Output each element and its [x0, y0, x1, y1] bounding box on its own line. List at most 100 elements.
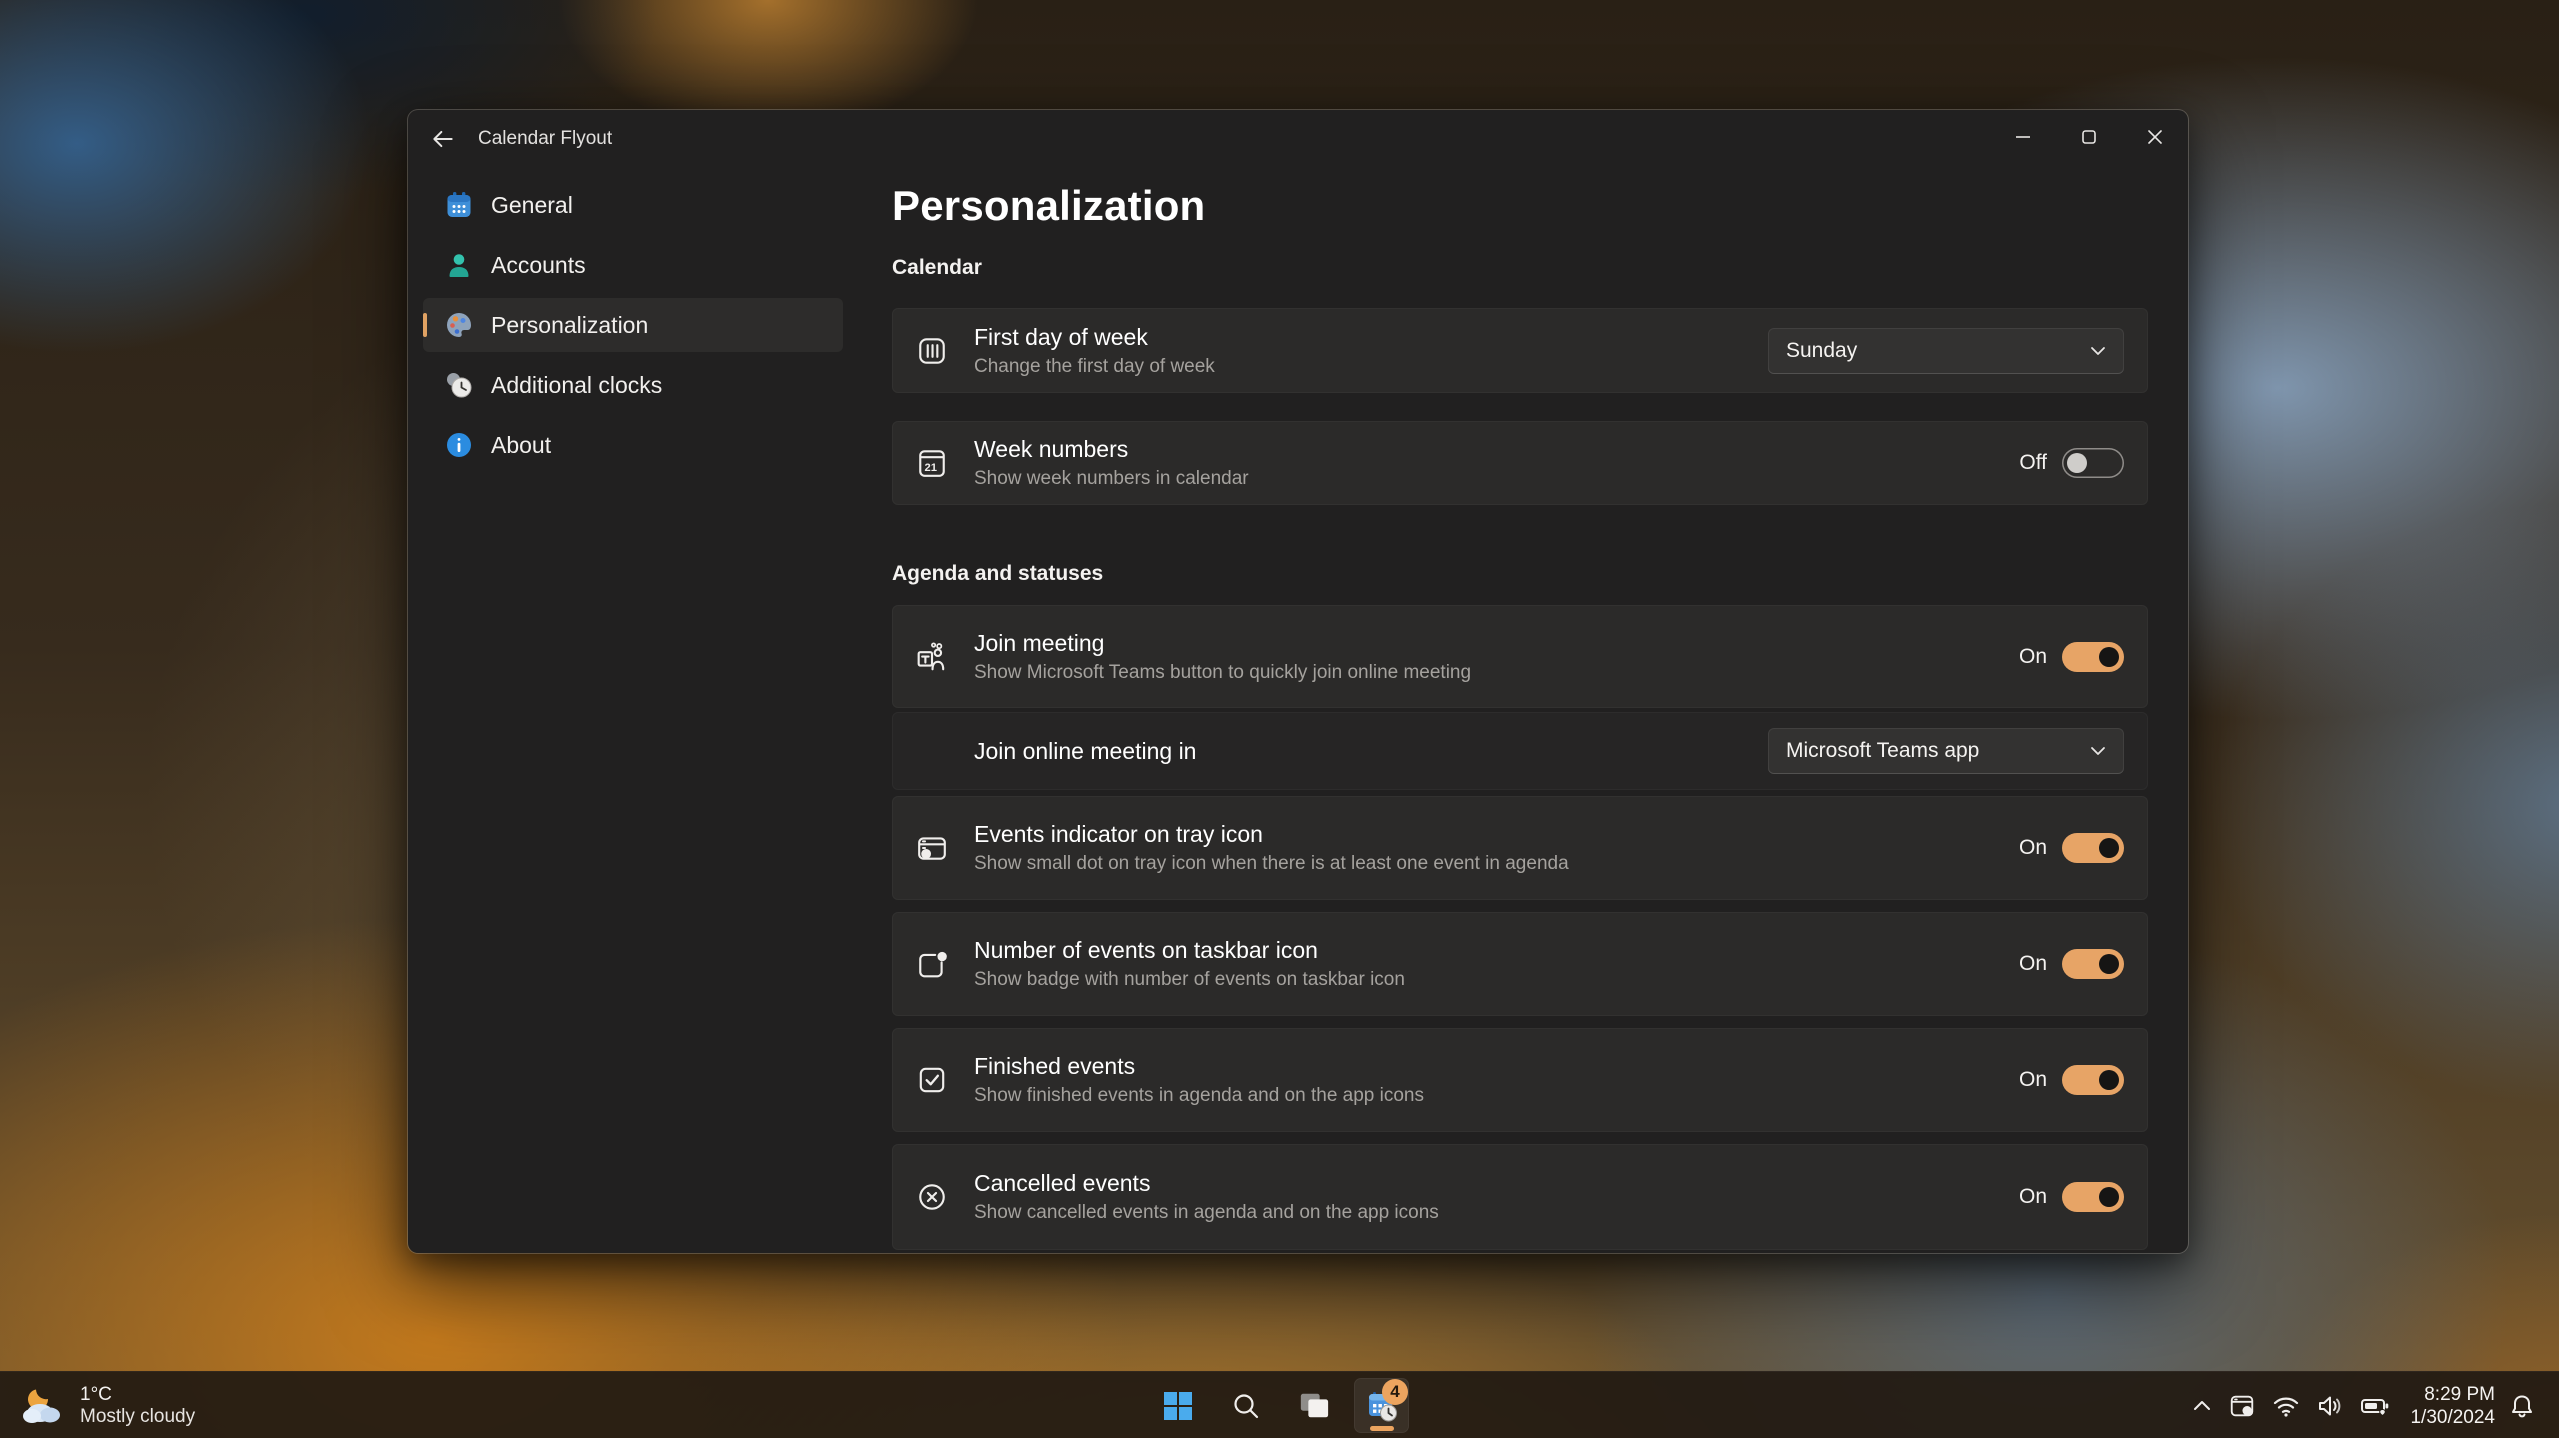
notification-center-button[interactable]: [2501, 1383, 2543, 1429]
info-icon: [444, 430, 474, 460]
week-numbers-toggle[interactable]: [2062, 448, 2124, 478]
setting-row-finished-events: Finished events Show finished events in …: [892, 1028, 2148, 1132]
windows-logo-icon: [1162, 1390, 1194, 1422]
clocks-icon: [444, 370, 474, 400]
taskbar: 1°C Mostly cloudy: [0, 1371, 2559, 1438]
calendar-flyout-settings-window: Calendar Flyout: [408, 110, 2188, 1253]
toggle-state-label: On: [2019, 952, 2047, 976]
calendar-21-icon: 21: [916, 447, 948, 479]
clock-widget[interactable]: 8:29 PM 1/30/2024: [2410, 1383, 2495, 1429]
setting-title: First day of week: [974, 324, 1215, 351]
toggle-state-label: On: [2019, 1068, 2047, 1092]
calendar-icon: [444, 190, 474, 220]
setting-description: Show small dot on tray icon when there i…: [974, 853, 1569, 875]
number-of-events-toggle[interactable]: [2062, 949, 2124, 979]
speaker-icon: [2316, 1394, 2344, 1418]
system-tray: 8:29 PM 1/30/2024: [2184, 1372, 2559, 1438]
sidebar-item-about[interactable]: About: [423, 418, 843, 472]
checkbox-check-icon: [916, 1064, 948, 1096]
sidebar-item-accounts[interactable]: Accounts: [423, 238, 843, 292]
start-button[interactable]: [1150, 1378, 1205, 1433]
join-meeting-toggle[interactable]: [2062, 642, 2124, 672]
sidebar-item-label: Accounts: [491, 252, 586, 279]
section-label-calendar: Calendar: [892, 256, 982, 280]
toggle-knob: [2099, 838, 2119, 858]
setting-row-week-numbers: 21 Week numbers Show week numbers in cal…: [892, 421, 2148, 505]
wifi-button[interactable]: [2264, 1383, 2308, 1429]
sidebar-item-personalization[interactable]: Personalization: [423, 298, 843, 352]
section-label-agenda: Agenda and statuses: [892, 562, 1103, 586]
week-columns-icon: [916, 335, 948, 367]
toggle-state-label: Off: [2019, 451, 2047, 475]
window-title: Calendar Flyout: [478, 128, 612, 150]
calendar-flyout-tray-icon-button[interactable]: [2220, 1383, 2264, 1429]
back-button[interactable]: [422, 118, 464, 160]
setting-row-first-day-of-week: First day of week Change the first day o…: [892, 308, 2148, 393]
toggle-knob: [2099, 954, 2119, 974]
setting-title: Cancelled events: [974, 1170, 1439, 1197]
clock-time: 8:29 PM: [2410, 1383, 2495, 1406]
setting-row-join-online-meeting-in: Join online meeting in Microsoft Teams a…: [892, 712, 2148, 790]
person-icon: [444, 250, 474, 280]
sidebar-item-label: Additional clocks: [491, 372, 662, 399]
badge-dot-icon: [916, 948, 948, 980]
sidebar-item-label: Personalization: [491, 312, 648, 339]
task-view-icon: [1298, 1390, 1330, 1422]
clock-date: 1/30/2024: [2410, 1406, 2495, 1429]
tray-overflow-button[interactable]: [2184, 1383, 2220, 1429]
wifi-icon: [2272, 1394, 2300, 1418]
search-icon: [1231, 1391, 1261, 1421]
setting-description: Show finished events in agenda and on th…: [974, 1085, 1424, 1107]
setting-description: Change the first day of week: [974, 356, 1215, 378]
setting-row-join-meeting: Join meeting Show Microsoft Teams button…: [892, 605, 2148, 708]
setting-title: Finished events: [974, 1053, 1424, 1080]
settings-content: Personalization Calendar First day of we…: [892, 110, 2148, 1253]
setting-title: Number of events on taskbar icon: [974, 937, 1405, 964]
sidebar-item-general[interactable]: General: [423, 178, 843, 232]
setting-description: Show badge with number of events on task…: [974, 969, 1405, 991]
toggle-knob: [2099, 647, 2119, 667]
finished-events-toggle[interactable]: [2062, 1065, 2124, 1095]
cancel-circle-icon: [916, 1181, 948, 1213]
setting-description: Show Microsoft Teams button to quickly j…: [974, 662, 1471, 684]
dropdown-value: Microsoft Teams app: [1786, 739, 2090, 763]
toggle-state-label: On: [2019, 645, 2047, 669]
first-day-of-week-dropdown[interactable]: Sunday: [1768, 328, 2124, 374]
back-arrow-icon: [430, 126, 456, 152]
toggle-knob: [2067, 453, 2087, 473]
toggle-state-label: On: [2019, 836, 2047, 860]
toggle-state-label: On: [2019, 1185, 2047, 1209]
toggle-knob: [2099, 1187, 2119, 1207]
svg-text:21: 21: [925, 462, 937, 474]
setting-title: Week numbers: [974, 436, 1249, 463]
volume-button[interactable]: [2308, 1383, 2352, 1429]
bell-icon: [2509, 1393, 2535, 1419]
events-indicator-toggle[interactable]: [2062, 833, 2124, 863]
dropdown-value: Sunday: [1786, 339, 2090, 363]
chevron-down-icon: [2090, 346, 2106, 356]
toggle-knob: [2099, 1070, 2119, 1090]
taskbar-center: 4: [0, 1372, 2559, 1438]
palette-icon: [444, 310, 474, 340]
sidebar-item-label: General: [491, 192, 573, 219]
setting-description: Show cancelled events in agenda and on t…: [974, 1202, 1439, 1224]
sidebar-item-label: About: [491, 432, 551, 459]
sidebar-item-additional-clocks[interactable]: Additional clocks: [423, 358, 843, 412]
app-badge-count: 4: [1382, 1379, 1408, 1405]
setting-description: Show week numbers in calendar: [974, 468, 1249, 490]
cancelled-events-toggle[interactable]: [2062, 1182, 2124, 1212]
page-title: Personalization: [892, 182, 1205, 230]
setting-title: Events indicator on tray icon: [974, 821, 1569, 848]
calendar-flyout-app-button[interactable]: 4: [1354, 1378, 1409, 1433]
active-app-indicator: [1370, 1426, 1394, 1431]
teams-icon: [916, 641, 948, 673]
selected-accent-bar: [423, 313, 427, 337]
battery-button[interactable]: [2352, 1383, 2398, 1429]
setting-row-events-indicator: Events indicator on tray icon Show small…: [892, 796, 2148, 900]
task-view-button[interactable]: [1286, 1378, 1341, 1433]
setting-title: Join meeting: [974, 630, 1471, 657]
setting-title: Join online meeting in: [974, 738, 1196, 765]
setting-row-number-of-events: Number of events on taskbar icon Show ba…: [892, 912, 2148, 1016]
join-online-meeting-dropdown[interactable]: Microsoft Teams app: [1768, 728, 2124, 774]
search-button[interactable]: [1218, 1378, 1273, 1433]
